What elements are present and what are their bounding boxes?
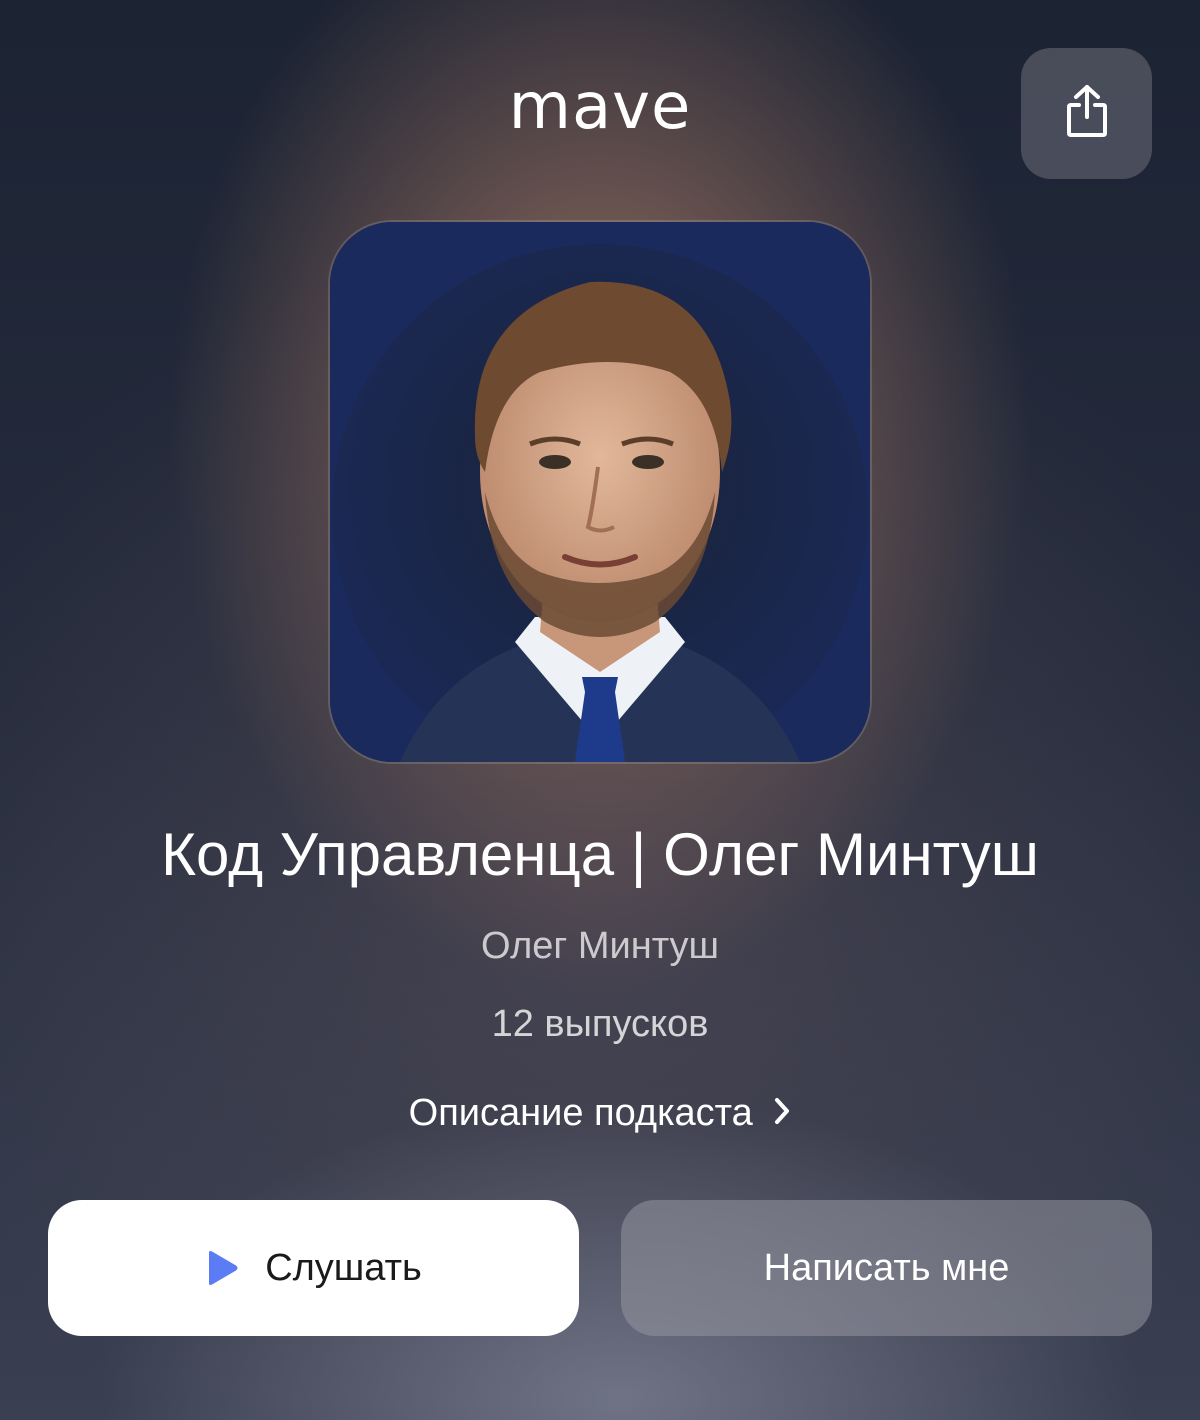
write-me-button-label: Написать мне — [763, 1246, 1010, 1289]
app-logo: mave — [508, 70, 692, 144]
chevron-right-icon — [773, 1093, 791, 1136]
episode-count: 12 выпусков — [491, 1003, 709, 1045]
podcast-author[interactable]: Олег Минтуш — [0, 925, 1200, 968]
share-icon — [1063, 83, 1111, 144]
play-icon — [205, 1250, 239, 1286]
listen-button[interactable]: Слушать — [48, 1200, 579, 1336]
podcast-description-link[interactable]: Описание подкаста — [0, 1092, 1200, 1136]
write-me-button[interactable]: Написать мне — [621, 1200, 1152, 1336]
listen-button-label: Слушать — [265, 1246, 422, 1289]
podcast-cover — [330, 222, 870, 762]
share-button[interactable] — [1021, 48, 1152, 179]
description-link-label: Описание подкаста — [408, 1092, 753, 1134]
podcast-title: Код Управленца | Олег Минтуш — [161, 821, 1039, 888]
